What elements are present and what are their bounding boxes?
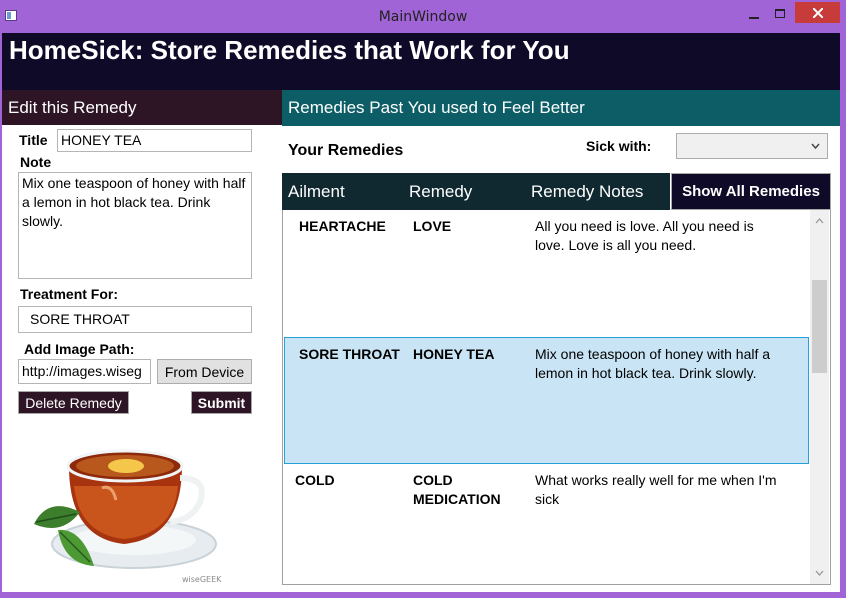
remedies-column-header: Ailment Remedy Remedy Notes <box>282 173 670 210</box>
remedies-list[interactable]: HEARTACHE LOVE All you need is love. All… <box>282 210 831 585</box>
app-title: HomeSick: Store Remedies that Work for Y… <box>9 35 570 65</box>
title-label: Title <box>19 132 48 148</box>
row-notes: What works really well for me when I'm s… <box>535 472 777 507</box>
row-remedy: HONEY TEA <box>413 346 495 362</box>
row-ailment: SORE THROAT <box>299 346 400 362</box>
scroll-down-icon[interactable] <box>810 565 829 581</box>
row-remedy: LOVE <box>413 218 452 234</box>
image-watermark: wiseGEEK <box>182 575 222 584</box>
maximize-icon <box>775 9 785 18</box>
image-path-label: Add Image Path: <box>24 341 135 357</box>
window-title: MainWindow <box>378 9 468 25</box>
show-all-remedies-button[interactable]: Show All Remedies <box>671 173 831 210</box>
edit-panel: Edit this Remedy Title HONEY TEA Note Mi… <box>2 90 282 592</box>
list-item-selected[interactable]: SORE THROAT HONEY TEA Mix one teaspoon o… <box>284 337 809 464</box>
sick-with-dropdown[interactable] <box>676 133 828 159</box>
row-ailment: COLD <box>295 472 335 488</box>
row-remedy: COLD MEDICATION <box>413 472 501 507</box>
delete-remedy-button[interactable]: Delete Remedy <box>18 391 129 414</box>
treatment-label: Treatment For: <box>20 286 119 302</box>
from-device-button[interactable]: From Device <box>157 359 252 384</box>
image-path-input[interactable]: http://images.wiseg <box>18 359 151 384</box>
scroll-up-icon[interactable] <box>810 213 829 229</box>
remedies-panel-header: Remedies Past You used to Feel Better <box>282 90 840 126</box>
sick-with-label: Sick with: <box>586 138 652 154</box>
window-client: HomeSick: Store Remedies that Work for Y… <box>2 33 840 592</box>
submit-button[interactable]: Submit <box>191 391 252 414</box>
app-header: HomeSick: Store Remedies that Work for Y… <box>2 33 840 90</box>
close-button[interactable] <box>795 2 840 23</box>
note-textarea[interactable]: Mix one teaspoon of honey with half a le… <box>18 172 252 279</box>
edit-panel-header: Edit this Remedy <box>2 90 282 125</box>
list-item[interactable]: HEARTACHE LOVE All you need is love. All… <box>284 210 809 337</box>
row-notes: All you need is love. All you need is lo… <box>535 218 754 253</box>
remedies-panel: Remedies Past You used to Feel Better Yo… <box>282 90 840 592</box>
column-remedy: Remedy <box>409 182 473 201</box>
minimize-icon <box>749 17 759 19</box>
title-input[interactable]: HONEY TEA <box>57 129 252 152</box>
row-ailment: HEARTACHE <box>299 218 386 234</box>
row-notes: Mix one teaspoon of honey with half a le… <box>535 346 771 381</box>
column-remedy-notes: Remedy Notes <box>531 182 644 201</box>
treatment-input[interactable]: SORE THROAT <box>18 306 252 333</box>
maximize-button[interactable] <box>766 2 794 26</box>
title-bar: MainWindow <box>0 0 846 33</box>
column-ailment: Ailment <box>288 182 345 201</box>
note-label: Note <box>20 154 52 170</box>
remedy-image: wiseGEEK <box>34 449 222 584</box>
chevron-down-icon <box>811 143 820 150</box>
close-icon <box>812 7 823 18</box>
scroll-thumb[interactable] <box>812 280 827 373</box>
list-item[interactable]: COLD COLD MEDICATION What works really w… <box>284 464 809 584</box>
minimize-button[interactable] <box>740 2 768 26</box>
your-remedies-label: Your Remedies <box>288 142 404 159</box>
list-scrollbar[interactable] <box>810 210 829 584</box>
